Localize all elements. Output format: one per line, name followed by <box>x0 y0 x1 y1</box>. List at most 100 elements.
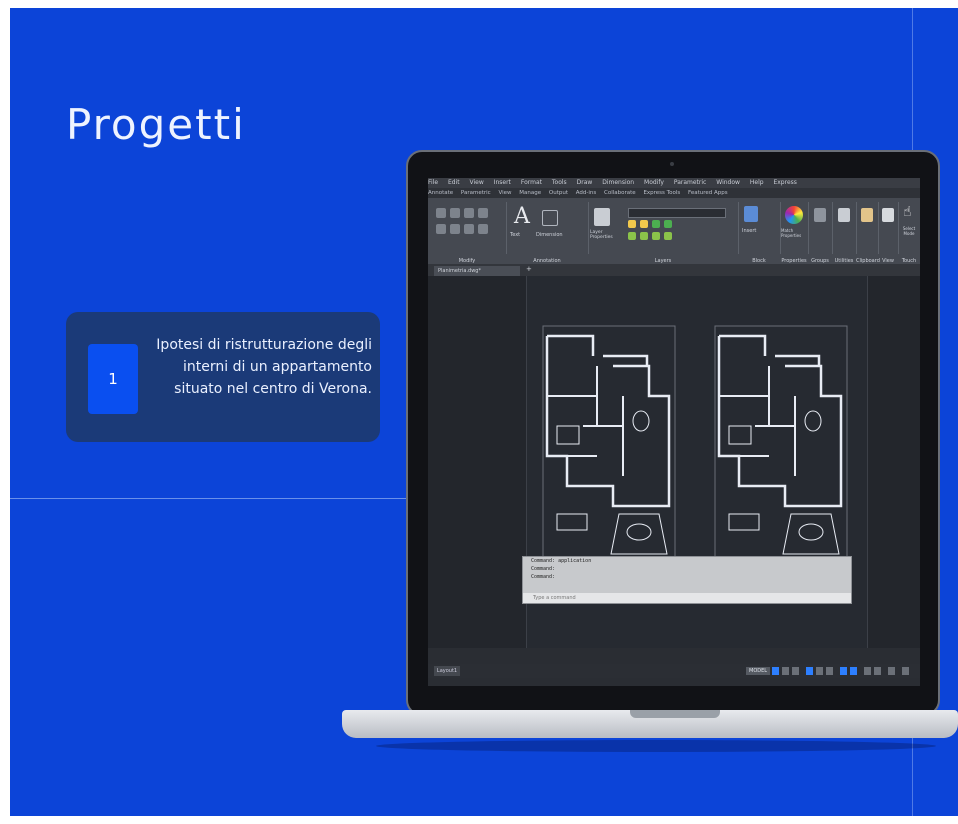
layout-tab[interactable]: Layout1 <box>434 666 460 676</box>
ribbon-tab[interactable]: Annotate <box>428 190 453 196</box>
trim-icon[interactable] <box>464 208 474 218</box>
new-tab-icon[interactable]: + <box>526 265 532 273</box>
customize-menu-icon[interactable] <box>902 667 909 675</box>
command-history-line: Command: <box>531 574 556 580</box>
menu-item[interactable]: File <box>428 179 438 186</box>
snap-icon[interactable] <box>782 667 789 675</box>
menu-item[interactable]: Format <box>521 179 542 186</box>
menu-item[interactable]: Tools <box>552 179 567 186</box>
plan-a-interior-walls <box>547 366 624 476</box>
layer-isolate-icon[interactable] <box>640 232 648 240</box>
text-button-label: Text <box>510 232 521 238</box>
document-tab[interactable]: Planimetria.dwg* <box>434 266 520 276</box>
osnap-icon[interactable] <box>816 667 823 675</box>
dimension-icon[interactable] <box>542 210 558 226</box>
rotate-icon[interactable] <box>450 208 460 218</box>
menu-item[interactable]: Draw <box>577 179 593 186</box>
laptop-screen: File Edit View Insert Format Tools Draw … <box>428 178 920 686</box>
menu-item[interactable]: Insert <box>494 179 511 186</box>
plan-b-table <box>804 410 822 432</box>
text-icon[interactable]: A <box>514 204 530 229</box>
layer-lock-icon[interactable] <box>652 220 660 228</box>
grid-icon[interactable] <box>772 667 779 675</box>
measure-icon[interactable] <box>838 208 850 222</box>
ribbon-group-block: Insert Block <box>738 202 781 264</box>
layer-on-icon[interactable] <box>628 220 636 228</box>
command-history-line: Command: <box>531 566 556 572</box>
plan-a-table <box>632 410 650 432</box>
layer-freeze-icon[interactable] <box>640 220 648 228</box>
ribbon-tab[interactable]: View <box>498 190 511 196</box>
model-space-button[interactable]: MODEL <box>746 667 771 675</box>
plan-b-interior-walls <box>719 366 796 476</box>
ribbon-tab[interactable]: Manage <box>519 190 541 196</box>
command-input[interactable]: Type a command <box>523 593 851 603</box>
plan-a-bed <box>556 425 580 445</box>
ribbon-tab[interactable]: Output <box>549 190 568 196</box>
move-icon[interactable] <box>436 208 446 218</box>
ribbon-group-touch: ☝ Select Mode Touch <box>898 202 920 264</box>
layer-walk-icon[interactable] <box>652 232 660 240</box>
layer-properties-label: Layer Properties <box>590 230 613 240</box>
slide: Progetti 1 Ipotesi di ristrutturazione d… <box>10 8 958 816</box>
ribbon-tab-bar: Annotate Parametric View Manage Output A… <box>428 188 920 198</box>
menu-item[interactable]: Modify <box>644 179 664 186</box>
camera-icon <box>670 162 674 166</box>
laptop-notch <box>630 710 720 718</box>
project-number-badge: 1 <box>88 344 138 414</box>
polar-icon[interactable] <box>806 667 813 675</box>
copy-icon[interactable] <box>478 208 488 218</box>
plan-a-detail-1 <box>556 513 588 531</box>
clipboard-icon[interactable] <box>861 208 873 222</box>
menu-item[interactable]: View <box>470 179 484 186</box>
laptop-lid: File Edit View Insert Format Tools Draw … <box>406 150 940 716</box>
plan-b-terrace <box>782 513 840 555</box>
layer-match-icon[interactable] <box>628 232 636 240</box>
match-properties-icon[interactable] <box>785 206 803 224</box>
mirror-icon[interactable] <box>436 224 446 234</box>
group-icon[interactable] <box>814 208 826 222</box>
menu-item[interactable]: Parametric <box>674 179 707 186</box>
match-properties-label: Match Properties <box>781 228 802 238</box>
layer-color-icon[interactable] <box>664 220 672 228</box>
ribbon-tab[interactable]: Parametric <box>461 190 491 196</box>
transparency-icon[interactable] <box>850 667 857 675</box>
annotation-scale-icon[interactable] <box>864 667 871 675</box>
status-bar: Layout1 MODEL <box>428 664 920 678</box>
menu-item[interactable]: Express <box>773 179 796 186</box>
hand-pointer-icon[interactable]: ☝ <box>903 204 912 220</box>
layer-merge-icon[interactable] <box>664 232 672 240</box>
plan-b-bed <box>728 425 752 445</box>
ribbon-tab[interactable]: Collaborate <box>604 190 636 196</box>
ortho-icon[interactable] <box>792 667 799 675</box>
menu-item[interactable]: Edit <box>448 179 460 186</box>
ribbon-group-layers: Layer Properties Layers <box>588 202 739 264</box>
ribbon-group-utilities: Utilities <box>832 202 857 264</box>
ribbon-tab[interactable]: Featured Apps <box>688 190 728 196</box>
ribbon-panel: Modify A Text Dimension Annotation Layer… <box>428 198 920 264</box>
fillet-icon[interactable] <box>450 224 460 234</box>
menu-item[interactable]: Window <box>716 179 740 186</box>
workspace-gear-icon[interactable] <box>888 667 895 675</box>
otrack-icon[interactable] <box>826 667 833 675</box>
layer-properties-icon[interactable] <box>594 208 610 226</box>
laptop-mockup: File Edit View Insert Format Tools Draw … <box>336 144 958 764</box>
insert-button-label: Insert <box>742 228 757 234</box>
ribbon-tab[interactable]: Express Tools <box>643 190 680 196</box>
menu-item[interactable]: Dimension <box>602 179 634 186</box>
lineweight-icon[interactable] <box>840 667 847 675</box>
insert-block-icon[interactable] <box>744 206 758 222</box>
project-card[interactable]: 1 Ipotesi di ristrutturazione degli inte… <box>66 312 380 442</box>
menu-item[interactable]: Help <box>750 179 764 186</box>
annotation-visibility-icon[interactable] <box>874 667 881 675</box>
plan-b-terrace-table <box>798 523 824 541</box>
ribbon-group-annotation: A Text Dimension Annotation <box>506 202 589 264</box>
plan-b-walls <box>717 334 843 508</box>
dimension-button-label: Dimension <box>536 232 563 238</box>
scale-icon[interactable] <box>478 224 488 234</box>
ribbon-tab[interactable]: Add-ins <box>576 190 597 196</box>
stretch-icon[interactable] <box>464 224 474 234</box>
ribbon-group-modify: Modify <box>428 202 507 264</box>
view-icon[interactable] <box>882 208 894 222</box>
layer-dropdown[interactable] <box>628 208 726 218</box>
